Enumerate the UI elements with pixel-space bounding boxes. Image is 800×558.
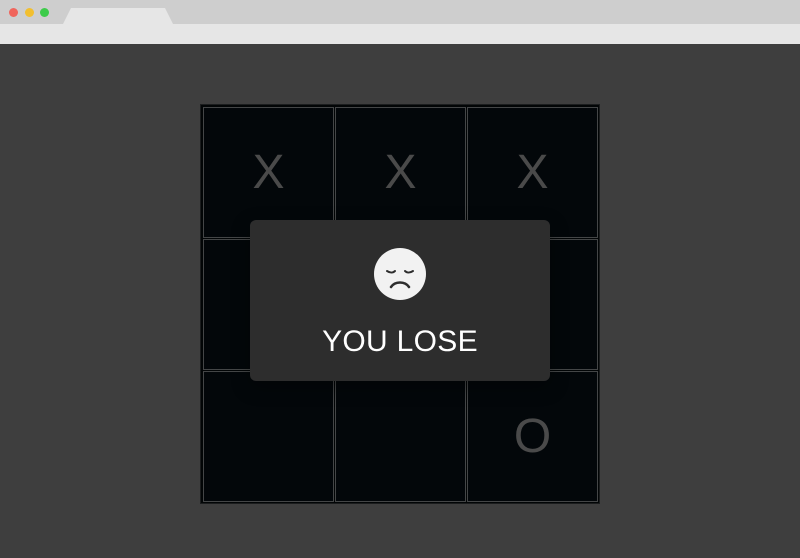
browser-titlebar bbox=[0, 0, 800, 24]
browser-tab[interactable] bbox=[63, 8, 173, 24]
minimize-window-button[interactable] bbox=[25, 8, 34, 17]
sad-face-icon bbox=[374, 248, 426, 300]
result-message: YOU LOSE bbox=[322, 325, 478, 358]
board-cell-1[interactable]: X bbox=[203, 107, 334, 238]
game-viewport: X X X O YOU LOSE bbox=[0, 44, 800, 558]
board-cell-7[interactable] bbox=[203, 371, 334, 502]
board-cell-8[interactable] bbox=[335, 371, 466, 502]
close-window-button[interactable] bbox=[9, 8, 18, 17]
board-cell-9[interactable]: O bbox=[467, 371, 598, 502]
maximize-window-button[interactable] bbox=[40, 8, 49, 17]
browser-toolbar bbox=[0, 24, 800, 44]
game-result-dialog: YOU LOSE bbox=[250, 220, 550, 381]
board-cell-3[interactable]: X bbox=[467, 107, 598, 238]
browser-window: X X X O YOU LOSE bbox=[0, 0, 800, 558]
board-cell-2[interactable]: X bbox=[335, 107, 466, 238]
